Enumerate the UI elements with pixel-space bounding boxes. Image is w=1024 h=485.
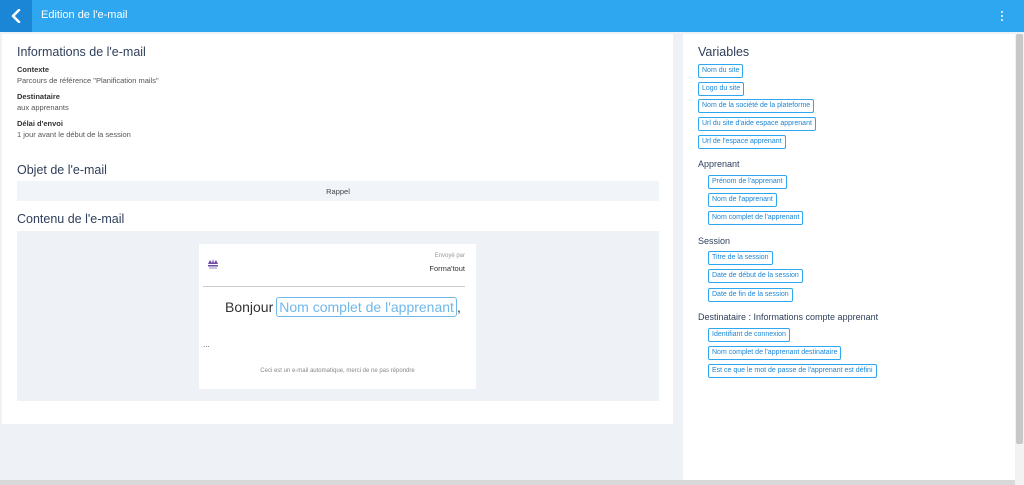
recipient-value: aux apprenants [17,103,69,112]
vertical-scrollbar[interactable] [1015,34,1024,485]
email-details-panel: Informations de l'e-mail Contexte Parcou… [2,34,673,424]
variable-chip-site-name[interactable]: Nom du site [698,64,744,78]
auto-email-notice: Ceci est un e-mail automatique, merci de… [260,368,415,374]
variable-chip-learner-fullname[interactable]: Nom complet de l'apprenant [708,211,804,225]
variable-chip-session-title[interactable]: Titre de la session [708,251,773,265]
variable-chip-site-logo[interactable]: Logo du site [698,82,745,96]
more-options-icon[interactable] [998,8,1006,24]
delay-label: Délai d'envoi [17,119,63,128]
scrollbar-thumb[interactable] [1016,34,1023,444]
greeting-line: Bonjour Nom complet de l'apprenant , [225,297,461,317]
email-preview[interactable]: Envoyé par Forma'tout Bonjour Nom comple… [199,244,476,389]
context-label: Contexte [17,65,50,74]
variable-chip-recipient-fullname[interactable]: Nom complet de l'apprenant destinataire [708,346,842,360]
variable-chip-learner-firstname[interactable]: Prénom de l'apprenant [708,175,787,189]
variable-chip-session-start[interactable]: Date de début de la session [708,269,803,283]
session-group-title: Session [698,236,731,246]
page-title: Edition de l'e-mail [41,9,128,21]
variable-chip-learner-lastname[interactable]: Nom de l'apprenant [708,193,777,207]
sender-name: Forma'tout [429,264,465,273]
recipient-group-title: Destinataire : Informations compte appre… [698,312,879,322]
variables-title: Variables [698,45,750,59]
variable-chip-help-url[interactable]: Url du site d'aide espace apprenant [698,117,816,131]
chevron-left-icon [11,9,21,23]
delay-value: 1 jour avant le début de la session [17,130,131,139]
greeting-variable-chip[interactable]: Nom complet de l'apprenant [276,297,457,317]
variable-chip-company-name[interactable]: Nom de la société de la plateforme [698,99,815,113]
variable-chip-password-defined[interactable]: Est ce que le mot de passe de l'apprenan… [708,364,877,378]
subject-field[interactable]: Rappel [17,181,659,201]
content-heading: Contenu de l'e-mail [17,212,125,226]
top-bar: Edition de l'e-mail [0,0,1024,32]
variables-panel: Variables Nom du site Logo du site Nom d… [683,34,1015,485]
divider [203,286,465,287]
greeting-text: Bonjour [225,299,274,315]
greeting-comma: , [456,299,461,315]
recipient-label: Destinataire [17,92,60,101]
info-heading: Informations de l'e-mail [17,45,146,59]
variable-chip-session-end[interactable]: Date de fin de la session [708,288,793,302]
email-content-area: Envoyé par Forma'tout Bonjour Nom comple… [17,231,659,401]
back-button[interactable] [0,0,32,32]
learner-group-title: Apprenant [698,159,740,169]
horizontal-scrollbar[interactable] [0,480,1015,485]
subject-heading: Objet de l'e-mail [17,163,107,177]
context-value: Parcours de référence "Planification mai… [17,76,159,85]
variable-chip-learner-space-url[interactable]: Url de l'espace apprenant [698,135,786,149]
sent-by-label: Envoyé par [434,253,465,259]
company-logo-icon [208,259,218,269]
variable-chip-login-id[interactable]: Identifiant de connexion [708,328,790,342]
body-ellipsis: ... [203,340,210,349]
